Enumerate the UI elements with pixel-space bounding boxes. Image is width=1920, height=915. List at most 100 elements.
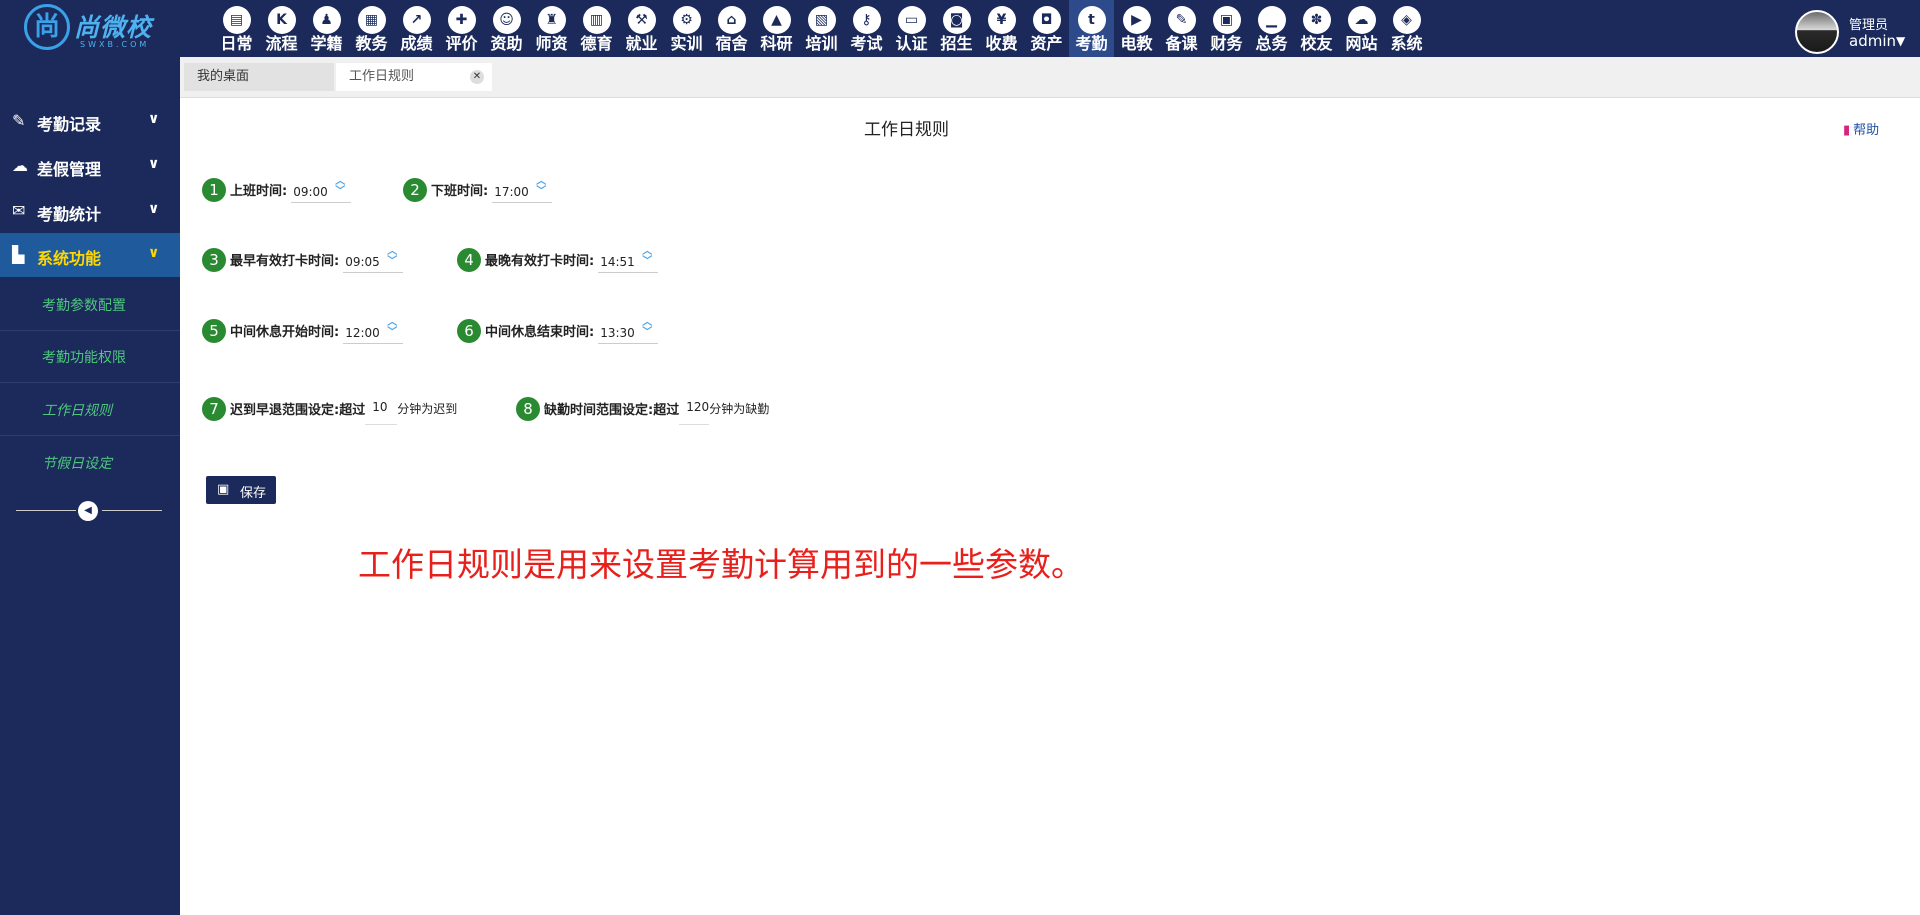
spinner-icon[interactable]: ︿ ﹀ <box>387 318 397 338</box>
sidebar-item-workday-rules[interactable]: 工作日规则 <box>0 384 180 436</box>
logo[interactable]: 尚 尚微校 SWXB.COM <box>24 4 164 54</box>
page-title: 工作日规则 <box>864 120 949 140</box>
sidebar-item-label: 工作日规则 <box>42 403 112 419</box>
logo-mark: 尚 <box>24 4 70 50</box>
nav-item-2[interactable]: ♟ 学籍 <box>304 0 349 57</box>
step-badge: 1 <box>202 177 226 202</box>
earliest-punch-input[interactable]: 09:05 ︿ ﹀ <box>343 246 404 273</box>
nav-item-7[interactable]: ♜ 师资 <box>529 0 574 57</box>
nav-label: 日常 <box>220 34 253 53</box>
minutes-value: 120 <box>686 400 710 414</box>
top-bar: 尚 尚微校 SWXB.COM ▤ 日常 K 流程 ♟ 学籍 ▦ 教务 ↗ 成绩 ✚ 评价 ☺ 资助 ♜ 师资 ▥… <box>0 0 1920 57</box>
nav-label: 培训 <box>805 34 838 53</box>
nav-label: 考试 <box>850 34 883 53</box>
spinner-icon[interactable]: ︿ ﹀ <box>536 177 546 197</box>
caret-down-icon[interactable]: ▼ <box>1896 34 1905 48</box>
sidebar-group-attendance-records[interactable]: ✎ 考勤记录 ∨ <box>0 99 180 143</box>
sidebar-group-label: 差假管理 <box>37 160 102 179</box>
nav-item-13[interactable]: ▧ 培训 <box>799 0 844 57</box>
nav-item-26[interactable]: ◈ 系统 <box>1384 0 1429 57</box>
spinner-icon[interactable]: ︿ ﹀ <box>642 318 652 338</box>
chevron-down-icon: ∨ <box>148 156 160 172</box>
nav-item-23[interactable]: ▁ 总务 <box>1249 0 1294 57</box>
tab-my-desktop[interactable]: 我的桌面 <box>184 63 334 91</box>
nav-label: 资助 <box>490 34 523 53</box>
field-end-time: 2 下班时间: 17:00 ︿ ﹀ <box>403 176 553 203</box>
sidebar-group-label: 考勤统计 <box>37 205 102 224</box>
nav-item-0[interactable]: ▤ 日常 <box>214 0 259 57</box>
nav-item-24[interactable]: ✽ 校友 <box>1294 0 1339 57</box>
bus-icon: ◙ <box>942 6 971 34</box>
nav-item-15[interactable]: ▭ 认证 <box>889 0 934 57</box>
sidebar-item-attendance-params[interactable]: 考勤参数配置 <box>0 279 180 331</box>
nav-item-5[interactable]: ✚ 评价 <box>439 0 484 57</box>
logo-name: 尚微校 <box>74 13 153 42</box>
absent-minutes-input[interactable]: 120 <box>679 392 710 425</box>
bar-chart-icon: ▁ <box>1257 6 1286 34</box>
sidebar-item-label: 考勤功能权限 <box>42 350 126 366</box>
spinner-icon[interactable]: ︿ ﹀ <box>642 247 652 267</box>
cloud-icon: ☁ <box>12 156 28 175</box>
nav-label: 实训 <box>670 34 703 53</box>
nav-label: 电教 <box>1120 34 1153 53</box>
teacher-icon: ♜ <box>537 6 566 34</box>
sidebar-group-attendance-stats[interactable]: ✉ 考勤统计 ∨ <box>0 189 180 233</box>
nav-item-6[interactable]: ☺ 资助 <box>484 0 529 57</box>
close-icon[interactable]: ✕ <box>470 70 484 84</box>
help-link[interactable]: ▮ 帮助 <box>1843 119 1879 138</box>
home-icon: ⌂ <box>717 6 746 34</box>
break-end-input[interactable]: 13:30 ︿ ﹀ <box>598 317 659 344</box>
start-time-input[interactable]: 09:00 ︿ ﹀ <box>291 176 352 203</box>
nav-item-9[interactable]: ⚒ 就业 <box>619 0 664 57</box>
cloud-icon: ☁ <box>1347 6 1376 34</box>
hammer-icon: ⚒ <box>627 6 656 34</box>
time-value: 14:51 <box>600 255 635 269</box>
nav-item-22[interactable]: ▣ 财务 <box>1204 0 1249 57</box>
sidebar-group-system-functions[interactable]: ▙ 系统功能 ∨ <box>0 233 180 277</box>
nav-item-20[interactable]: ▶ 电教 <box>1114 0 1159 57</box>
avatar[interactable] <box>1795 10 1839 54</box>
nav-item-18[interactable]: ◘ 资产 <box>1024 0 1069 57</box>
sidebar-group-label: 考勤记录 <box>37 115 102 134</box>
nav-label: 评价 <box>445 34 478 53</box>
nav-item-16[interactable]: ◙ 招生 <box>934 0 979 57</box>
spinner-icon[interactable]: ︿ ﹀ <box>387 247 397 267</box>
nav-item-11[interactable]: ⌂ 宿舍 <box>709 0 754 57</box>
nav-item-25[interactable]: ☁ 网站 <box>1339 0 1384 57</box>
field-label: 中间休息结束时间: <box>485 325 595 340</box>
nav-item-8[interactable]: ▥ 德育 <box>574 0 619 57</box>
save-button[interactable]: ▣ 保存 <box>206 476 276 504</box>
sidebar-item-holiday-settings[interactable]: 节假日设定 <box>0 437 180 489</box>
step-badge: 3 <box>202 247 226 272</box>
nav-item-19[interactable]: t 考勤 <box>1069 0 1114 57</box>
sidebar-item-attendance-permissions[interactable]: 考勤功能权限 <box>0 331 180 383</box>
nav-item-10[interactable]: ⚙ 实训 <box>664 0 709 57</box>
nav-item-14[interactable]: ⚷ 考试 <box>844 0 889 57</box>
nav-item-4[interactable]: ↗ 成绩 <box>394 0 439 57</box>
nav-label: 招生 <box>940 34 973 53</box>
field-suffix: 分钟为缺勤 <box>709 402 770 416</box>
spinner-icon[interactable]: ︿ ﹀ <box>335 177 345 197</box>
nav-item-1[interactable]: K 流程 <box>259 0 304 57</box>
sidebar-group-leave-management[interactable]: ☁ 差假管理 ∨ <box>0 144 180 188</box>
nav-item-21[interactable]: ✎ 备课 <box>1159 0 1204 57</box>
image-icon: ▧ <box>807 6 836 34</box>
break-start-input[interactable]: 12:00 ︿ ﹀ <box>343 317 404 344</box>
tab-workday-rules[interactable]: 工作日规则 ✕ <box>336 63 492 91</box>
student-icon: ♟ <box>312 6 341 34</box>
field-start-time: 1 上班时间: 09:00 ︿ ﹀ <box>202 176 352 203</box>
user-menu[interactable]: 管理员 admin ▼ <box>1795 8 1920 54</box>
late-minutes-input[interactable]: 10 <box>365 392 398 425</box>
time-value: 09:05 <box>345 255 380 269</box>
latest-punch-input[interactable]: 14:51 ︿ ﹀ <box>598 246 659 273</box>
time-value: 09:00 <box>293 185 328 199</box>
sidebar-item-label: 节假日设定 <box>42 456 112 472</box>
nav-label: 科研 <box>760 34 793 53</box>
nav-item-3[interactable]: ▦ 教务 <box>349 0 394 57</box>
time-value: 13:30 <box>600 326 635 340</box>
calendar-plus-icon: ✚ <box>447 6 476 34</box>
collapse-left-icon[interactable]: ◀ <box>78 501 98 521</box>
nav-item-17[interactable]: ¥ 收费 <box>979 0 1024 57</box>
end-time-input[interactable]: 17:00 ︿ ﹀ <box>492 176 553 203</box>
nav-item-12[interactable]: ▲ 科研 <box>754 0 799 57</box>
